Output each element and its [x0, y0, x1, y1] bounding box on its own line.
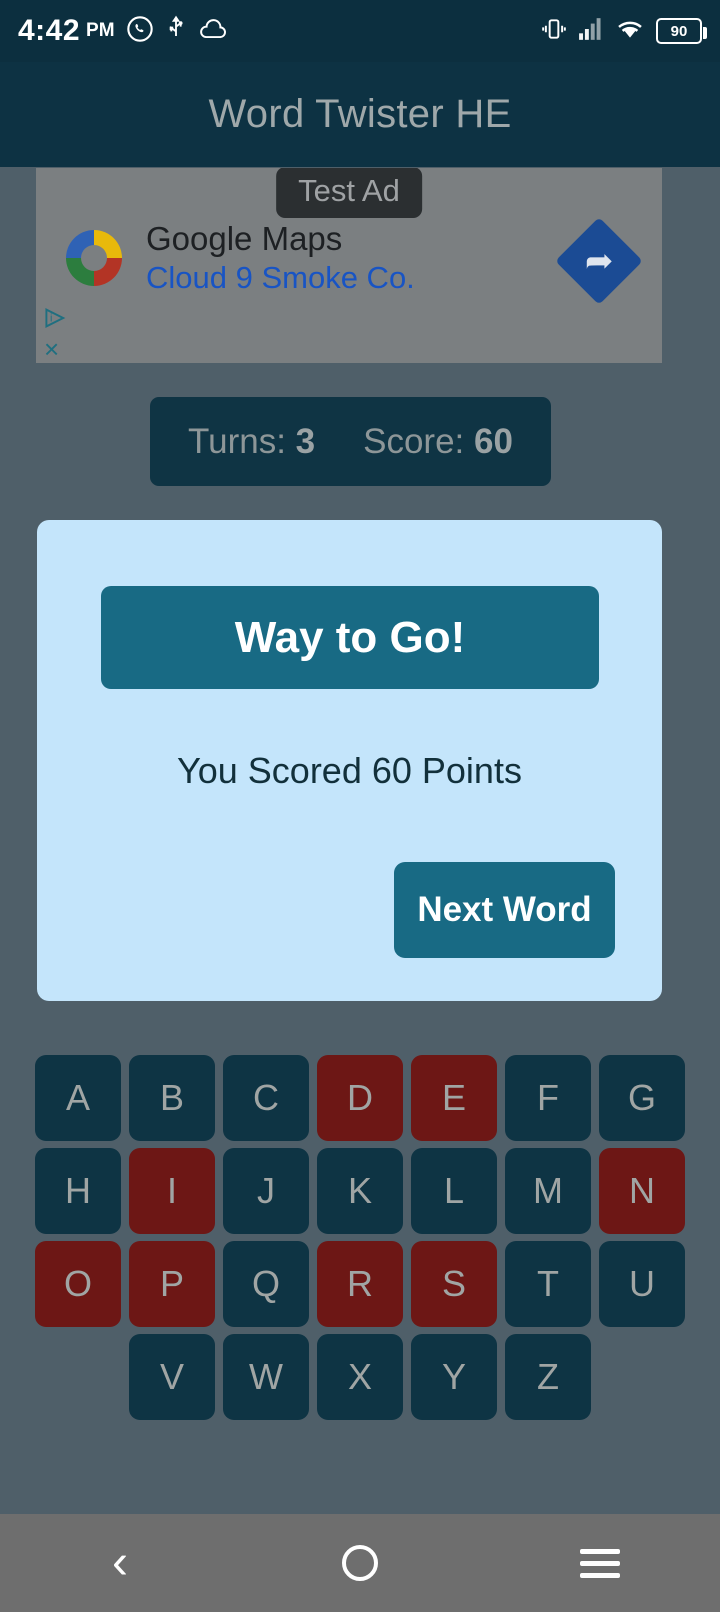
- letter-key-b[interactable]: B: [129, 1055, 215, 1141]
- adchoices-icon[interactable]: i: [44, 306, 68, 334]
- letter-key-t[interactable]: T: [505, 1241, 591, 1327]
- letter-key-j[interactable]: J: [223, 1148, 309, 1234]
- letter-key-u[interactable]: U: [599, 1241, 685, 1327]
- battery-level: 90: [670, 22, 688, 40]
- next-word-label: Next Word: [417, 890, 592, 929]
- letter-key-p[interactable]: P: [129, 1241, 215, 1327]
- result-dialog: Way to Go! You Scored 60 Points Next Wor…: [37, 520, 662, 1001]
- letter-key-i[interactable]: I: [129, 1148, 215, 1234]
- letter-key-f[interactable]: F: [505, 1055, 591, 1141]
- next-word-button[interactable]: Next Word: [394, 862, 615, 958]
- home-icon: [342, 1545, 378, 1581]
- letter-key-d[interactable]: D: [317, 1055, 403, 1141]
- letter-row: VWXYZ: [0, 1334, 720, 1420]
- status-bar-right: 90: [541, 16, 707, 47]
- letter-row: ABCDEFG: [0, 1055, 720, 1141]
- ad-banner[interactable]: Test Ad Google Maps Cloud 9 Smoke Co. ➦ …: [36, 168, 662, 363]
- status-bar-ampm: PM: [86, 20, 115, 41]
- letter-key-v[interactable]: V: [129, 1334, 215, 1420]
- letter-key-l[interactable]: L: [411, 1148, 497, 1234]
- turn-arrow-glyph: ➦: [584, 242, 614, 280]
- app-bar: Word Twister HE: [0, 62, 720, 167]
- letter-key-q[interactable]: Q: [223, 1241, 309, 1327]
- whatsapp-icon: [126, 15, 154, 48]
- app-title: Word Twister HE: [208, 92, 512, 136]
- letter-key-s[interactable]: S: [411, 1241, 497, 1327]
- recents-icon: [580, 1548, 620, 1578]
- signal-icon: [578, 17, 604, 46]
- turns-value: 3: [295, 421, 316, 461]
- letter-key-w[interactable]: W: [223, 1334, 309, 1420]
- ad-close-icon[interactable]: ×: [44, 336, 59, 362]
- ad-text-block: Google Maps Cloud 9 Smoke Co.: [146, 220, 415, 296]
- letter-key-a[interactable]: A: [35, 1055, 121, 1141]
- letter-key-y[interactable]: Y: [411, 1334, 497, 1420]
- letter-key-x[interactable]: X: [317, 1334, 403, 1420]
- status-bar-clock: 4:42: [18, 14, 81, 47]
- svg-text:i: i: [50, 313, 52, 325]
- game-status-panel: Turns: 3 Score: 60: [150, 397, 551, 486]
- letter-key-n[interactable]: N: [599, 1148, 685, 1234]
- score-display: Score: 60: [363, 422, 513, 462]
- letter-key-h[interactable]: H: [35, 1148, 121, 1234]
- system-nav-bar: ‹: [0, 1514, 720, 1612]
- usb-icon: [165, 15, 187, 48]
- nav-recents-button[interactable]: [540, 1514, 660, 1612]
- letter-key-o[interactable]: O: [35, 1241, 121, 1327]
- dialog-header: Way to Go!: [101, 586, 599, 689]
- letter-key-r[interactable]: R: [317, 1241, 403, 1327]
- letter-key-e[interactable]: E: [411, 1055, 497, 1141]
- dialog-message: You Scored 60 Points: [177, 750, 522, 791]
- letter-key-m[interactable]: M: [505, 1148, 591, 1234]
- status-bar-left: 4:42 PM: [18, 14, 228, 48]
- battery-icon: 90: [656, 18, 707, 44]
- nav-home-button[interactable]: [300, 1514, 420, 1612]
- google-logo-icon: [66, 229, 122, 286]
- maps-navigation-icon[interactable]: ➦: [555, 217, 643, 305]
- letter-key-g[interactable]: G: [599, 1055, 685, 1141]
- phone-screen: 4:42 PM 90 Word Twister HE Test Ad Googl…: [0, 0, 720, 1612]
- turns-label: Turns:: [188, 421, 286, 461]
- letter-row: OPQRSTU: [0, 1241, 720, 1327]
- letter-row: HIJKLMN: [0, 1148, 720, 1234]
- ad-advertiser: Google Maps: [146, 220, 343, 257]
- status-bar: 4:42 PM 90: [0, 0, 720, 62]
- letter-key-c[interactable]: C: [223, 1055, 309, 1141]
- dialog-title: Way to Go!: [234, 612, 466, 662]
- score-value: 60: [474, 421, 513, 461]
- letter-key-z[interactable]: Z: [505, 1334, 591, 1420]
- turns-display: Turns: 3: [188, 422, 315, 462]
- vibrate-icon: [541, 16, 567, 47]
- wifi-icon: [615, 17, 645, 46]
- score-label: Score:: [363, 421, 465, 461]
- back-icon: ‹: [112, 1536, 128, 1589]
- cloud-icon: [198, 17, 228, 46]
- ad-headline[interactable]: Cloud 9 Smoke Co.: [146, 260, 415, 296]
- ad-content[interactable]: Google Maps Cloud 9 Smoke Co.: [66, 220, 415, 296]
- test-ad-badge: Test Ad: [276, 168, 422, 218]
- letter-key-k[interactable]: K: [317, 1148, 403, 1234]
- nav-back-button[interactable]: ‹: [60, 1514, 180, 1612]
- letter-grid: ABCDEFGHIJKLMNOPQRSTUVWXYZ: [0, 1055, 720, 1427]
